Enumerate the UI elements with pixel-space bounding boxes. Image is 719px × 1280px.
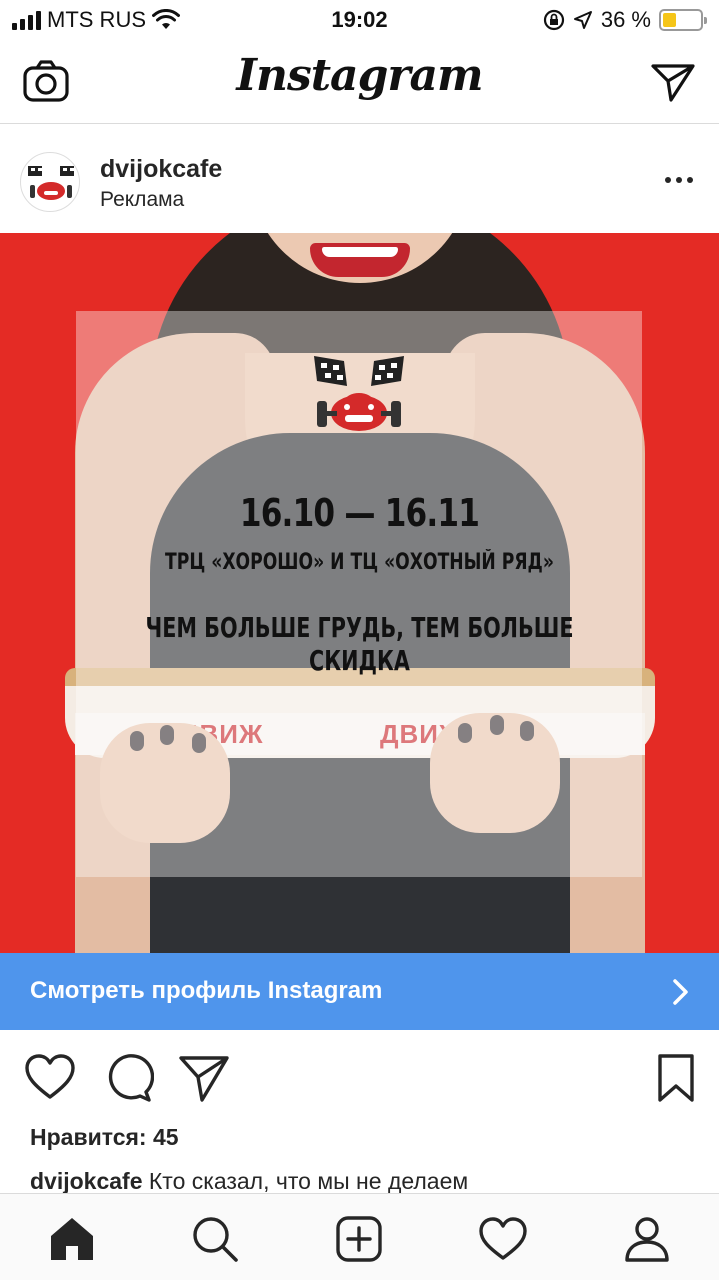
post-caption: dvijokcafe Кто сказал, что мы не делаем: [30, 1168, 468, 1195]
bookmark-icon[interactable]: [650, 1052, 702, 1104]
post-actions: [0, 1030, 719, 1120]
bottom-tab-bar: [0, 1193, 719, 1280]
location-icon: [573, 11, 592, 29]
view-profile-button[interactable]: Смотреть профиль Instagram: [0, 953, 719, 1030]
caption-text: Кто сказал, что мы не делаем: [148, 1168, 469, 1194]
ad-dates: 16.10 — 16.11: [239, 491, 480, 535]
battery-icon: [659, 9, 707, 31]
rotation-lock-icon: [543, 9, 564, 31]
sponsored-label: Реклама: [100, 188, 185, 211]
likes-count[interactable]: Нравится: 45: [30, 1124, 179, 1151]
share-icon[interactable]: [178, 1052, 230, 1104]
like-heart-icon[interactable]: [24, 1052, 76, 1104]
status-bar: MTS RUS 19:02 36 %: [0, 0, 719, 40]
brand-logo-icon: [28, 166, 74, 200]
app-header: Instagram: [0, 40, 719, 124]
view-profile-label: Смотреть профиль Instagram: [30, 977, 383, 1004]
chevron-right-icon: [673, 979, 688, 1005]
battery-percent: 36 %: [600, 7, 651, 32]
profile-icon[interactable]: [622, 1214, 672, 1264]
new-post-icon[interactable]: [334, 1214, 384, 1264]
avatar[interactable]: [20, 152, 80, 212]
comment-icon[interactable]: [102, 1052, 154, 1104]
direct-message-icon[interactable]: [649, 58, 697, 106]
post-username[interactable]: dvijokcafe: [100, 155, 222, 184]
search-icon[interactable]: [190, 1214, 240, 1264]
ad-venue: ТРЦ «ХОРОШО» И ТЦ «ОХОТНЫЙ РЯД»: [165, 550, 554, 575]
battery-level: [663, 13, 676, 27]
post-header: dvijokcafe Реклама: [0, 125, 719, 233]
app-title: Instagram: [236, 50, 483, 101]
ad-photo-teeth: [322, 247, 398, 257]
activity-icon[interactable]: [478, 1214, 528, 1264]
caption-username[interactable]: dvijokcafe: [30, 1168, 143, 1194]
home-icon[interactable]: [47, 1214, 97, 1264]
race-car-logo-icon: [314, 356, 404, 431]
ad-image[interactable]: ДВИЖ ДВИЖОК 16.10 — 16.11 ТРЦ «ХОРОШО» И…: [0, 233, 719, 953]
status-right: 36 %: [543, 7, 707, 33]
ad-slogan: ЧЕМ БОЛЬШЕ ГРУДЬ, ТЕМ БОЛЬШЕ СКИДКА: [145, 611, 574, 677]
more-options-icon[interactable]: [665, 177, 693, 183]
